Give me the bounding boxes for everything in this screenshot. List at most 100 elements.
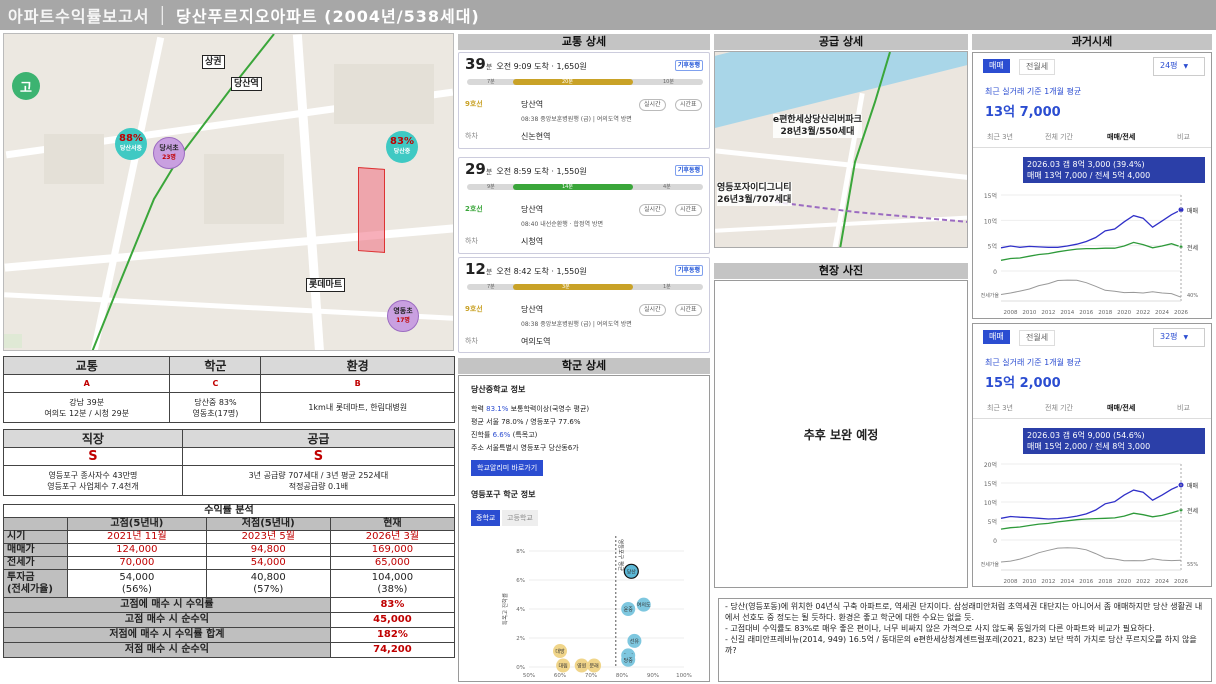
school-marker[interactable]: 영동초 17명 (387, 300, 419, 332)
photo-title: 현장 사진 (714, 263, 968, 279)
size-select[interactable]: 24평 ▼ (1153, 57, 1205, 76)
period-tab[interactable]: 전체 기간 (1045, 132, 1073, 142)
transit-route-card[interactable]: 29분 오전 8:59 도착 · 1,550원 기후동행 9분 14분 4분 2호선 당산역 0… (458, 157, 710, 254)
grade-transit: A (2, 374, 171, 393)
size-select[interactable]: 32평 ▼ (1153, 328, 1205, 347)
x-tick-label: 60% (554, 673, 566, 679)
tab-sale[interactable]: 매매 (983, 330, 1010, 344)
station-name: 당산역 (521, 205, 544, 214)
route-bar-segment (513, 184, 633, 190)
y-tick-label: 0 (993, 538, 997, 545)
page-title: 당산푸르지오아파트 (2004년/538세대) (176, 7, 480, 26)
tab-high-school[interactable]: 고등학교 (502, 510, 538, 526)
route-unit: 분 (485, 268, 493, 276)
tab-rent[interactable]: 전월세 (1019, 330, 1056, 346)
chart-tooltip: 2026.03 갭 8억 3,000 (39.4%) 매매 13억 7,000 /… (1023, 157, 1205, 183)
series-name: 매매 (1187, 207, 1198, 215)
market-title: 과거시세 (972, 34, 1212, 50)
row-label: 매매가 (3, 543, 68, 557)
period-tab[interactable]: 비교 (1177, 132, 1190, 142)
route-info: 오전 9:09 도착 · 1,650원 (496, 62, 587, 71)
summary-value: 182% (329, 627, 456, 643)
high-school-marker[interactable]: 고 (12, 72, 40, 100)
supply-label: 영등포자이디그니티 26년3월/707세대 (717, 182, 792, 206)
transit-title: 교통 상세 (458, 34, 710, 50)
supply-title: 공급 상세 (714, 34, 968, 50)
series-line-1 (1000, 509, 1182, 530)
route-bar-segment (513, 284, 633, 290)
realtime-button[interactable]: 실시간 (639, 304, 666, 316)
tooltip-gap: 2026.03 갭 6억 9,000 (54.6%) (1027, 431, 1145, 440)
detail-school: 당산중 83% 영동초(17명) (169, 392, 262, 423)
x-tick-label: 2020 (1117, 310, 1131, 316)
y-tick-label: 4% (516, 607, 525, 613)
bar-label: 7분 (487, 284, 495, 290)
x-tick-label: 2020 (1117, 579, 1131, 585)
route-unit: 분 (485, 168, 493, 176)
supply-map[interactable]: e편한세상당산리버파크 28년3월/550세대 영등포자이디그니티 26년3월/… (714, 51, 968, 248)
train-desc: 08:38 중앙보훈병원행 (급) | 여의도역 방면 (521, 321, 632, 328)
x-tick-label: 100% (676, 673, 692, 679)
point-label: 당중 (624, 657, 634, 664)
transit-route-card[interactable]: 12분 오전 8:42 도착 · 1,550원 기후동행 7분 3분 1분 9호선 당산역 08… (458, 257, 710, 353)
series-name: 전세 (1187, 507, 1198, 515)
score-table-2: 직장 공급 SS 영등포구 종사자수 43만명 영등포구 사업체수 7.4천개 3년… (3, 429, 456, 496)
row-label: 투자금 (전세가율) (3, 569, 68, 598)
school-marker[interactable]: 83% 당산중 (386, 131, 418, 163)
period-tab[interactable]: 매매/전세 (1107, 132, 1135, 142)
train-desc: 08:40 내선순환행 · 합정역 방면 (521, 221, 604, 228)
mart-label: 롯데마트 (306, 278, 346, 292)
series-name: 매매 (1187, 482, 1198, 490)
x-tick-label: 2018 (1098, 310, 1112, 316)
detail-env: 1km내 롯데마트, 한림대병원 (260, 392, 455, 423)
detail-transit: 강남 39분 여의도 12분 / 시청 29분 (2, 392, 171, 423)
tab-middle-school[interactable]: 중학교 (471, 510, 501, 526)
size-value: 32평 (1160, 332, 1178, 341)
y-tick-label: 2% (516, 636, 525, 642)
school-marker[interactable]: 88% 당산서중 (115, 128, 147, 160)
period-tab[interactable]: 최근 3년 (987, 132, 1013, 142)
realtime-button[interactable]: 실시간 (639, 204, 666, 216)
bar-label: 14분 (562, 184, 573, 190)
summary-label: 고점 매수 시 순수익 (3, 612, 331, 628)
period-tab[interactable]: 최근 3년 (987, 403, 1013, 413)
train-desc: 08:38 중앙보훈병원행 (급) | 여의도역 방면 (521, 116, 632, 123)
transit-route-card[interactable]: 39분 오전 9:09 도착 · 1,650원 기후동행 7분 20분 10분 9호선 당산역… (458, 52, 710, 149)
size-value: 24평 (1160, 61, 1178, 70)
report-header: 아파트수익률보고서 │ 당산푸르지오아파트 (2004년/538세대) (0, 0, 1216, 30)
route-info: 오전 8:59 도착 · 1,550원 (496, 167, 587, 176)
x-tick-label: 2024 (1155, 310, 1169, 316)
x-tick-label: 2012 (1041, 310, 1055, 316)
header-separator: │ (157, 5, 169, 25)
school-marker[interactable]: 당서초 23명 (153, 137, 185, 169)
ratio-line (1000, 279, 1182, 298)
point-label: 영원 (577, 663, 587, 670)
row-label: 전세가 (3, 556, 68, 570)
col-peak: 고점(5년내) (67, 517, 207, 531)
station-label: 당산역 (231, 77, 262, 91)
target-apartment-area[interactable] (358, 167, 385, 253)
timetable-button[interactable]: 시간표 (675, 99, 702, 111)
route-bar: 9분 14분 4분 (467, 184, 703, 190)
period-tab[interactable]: 매매/전세 (1107, 403, 1135, 413)
x-tick-label: 2022 (1136, 579, 1150, 585)
tab-sale[interactable]: 매매 (983, 59, 1010, 73)
row-label: 시기 (3, 530, 68, 544)
x-tick-label: 2022 (1136, 310, 1150, 316)
period-tab[interactable]: 비교 (1177, 403, 1190, 413)
timetable-button[interactable]: 시간표 (675, 304, 702, 316)
location-map[interactable]: 고 상권 당산역 롯데마트 88% 당산서중 당서초 23명 83% 당산중 영… (3, 33, 454, 351)
app-name: 아파트수익률보고서 (8, 7, 150, 26)
period-tab[interactable]: 전체 기간 (1045, 403, 1073, 413)
timetable-button[interactable]: 시간표 (675, 204, 702, 216)
route-info: 오전 8:42 도착 · 1,550원 (496, 267, 587, 276)
col-school: 학군 (169, 356, 262, 375)
realtime-button[interactable]: 실시간 (639, 99, 666, 111)
tab-rent[interactable]: 전월세 (1019, 59, 1056, 75)
score-table-1: 교통 학군 환경 ACB 강남 39분 여의도 12분 / 시청 29분 당산중 83… (2, 356, 455, 423)
x-tick-label: 90% (647, 673, 659, 679)
avg-label: 최근 실거래 기준 1개월 평균 (985, 358, 1082, 367)
point-label: 당산 (627, 568, 637, 575)
school-alimi-button[interactable]: 학교알리미 바로가기 (471, 460, 544, 476)
divider (973, 418, 1211, 419)
